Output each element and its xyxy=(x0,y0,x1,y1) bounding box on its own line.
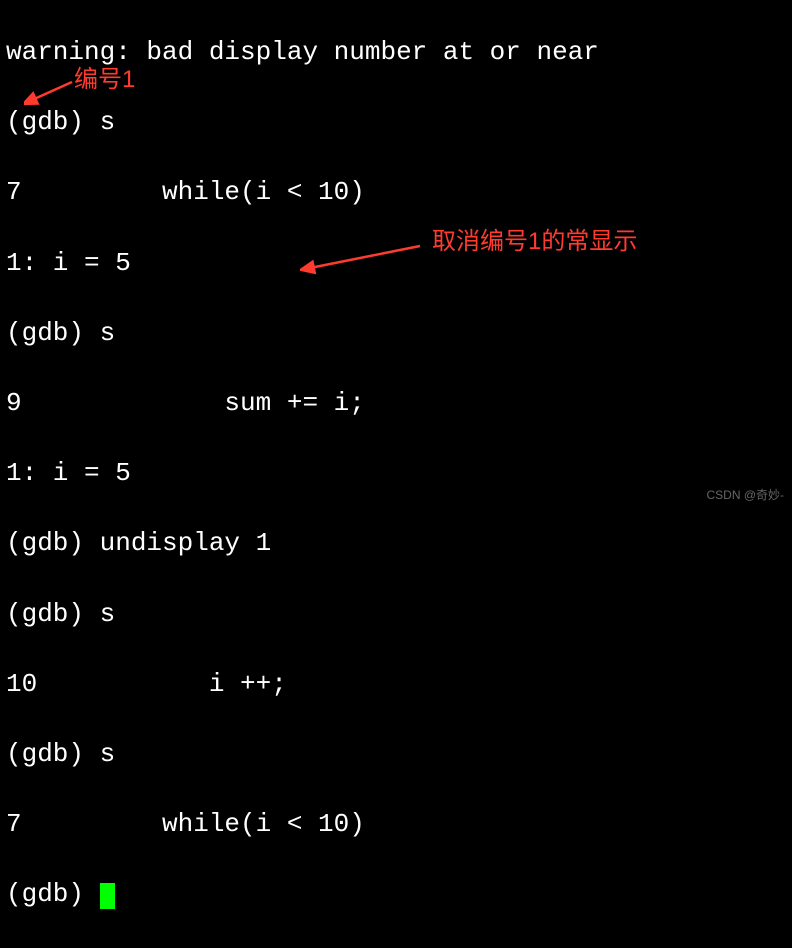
line-prompt[interactable]: (gdb) xyxy=(6,877,786,912)
line-gdb-s-3: (gdb) s xyxy=(6,597,786,632)
cursor-icon xyxy=(100,883,115,909)
line-gdb-s-4: (gdb) s xyxy=(6,737,786,772)
line-while-2: 7 while(i < 10) xyxy=(6,807,786,842)
line-gdb-s-1: (gdb) s xyxy=(6,105,786,140)
line-sum: 9 sum += i; xyxy=(6,386,786,421)
terminal-output: warning: bad display number at or near (… xyxy=(0,0,792,948)
line-display-2: 1: i = 5 xyxy=(6,456,786,491)
line-display-1: 1: i = 5 xyxy=(6,246,786,281)
line-increment: 10 i ++; xyxy=(6,667,786,702)
line-gdb-s-2: (gdb) s xyxy=(6,316,786,351)
line-while-1: 7 while(i < 10) xyxy=(6,175,786,210)
line-warning: warning: bad display number at or near xyxy=(6,35,786,70)
watermark: CSDN @奇妙- xyxy=(706,487,784,503)
line-undisplay: (gdb) undisplay 1 xyxy=(6,526,786,561)
